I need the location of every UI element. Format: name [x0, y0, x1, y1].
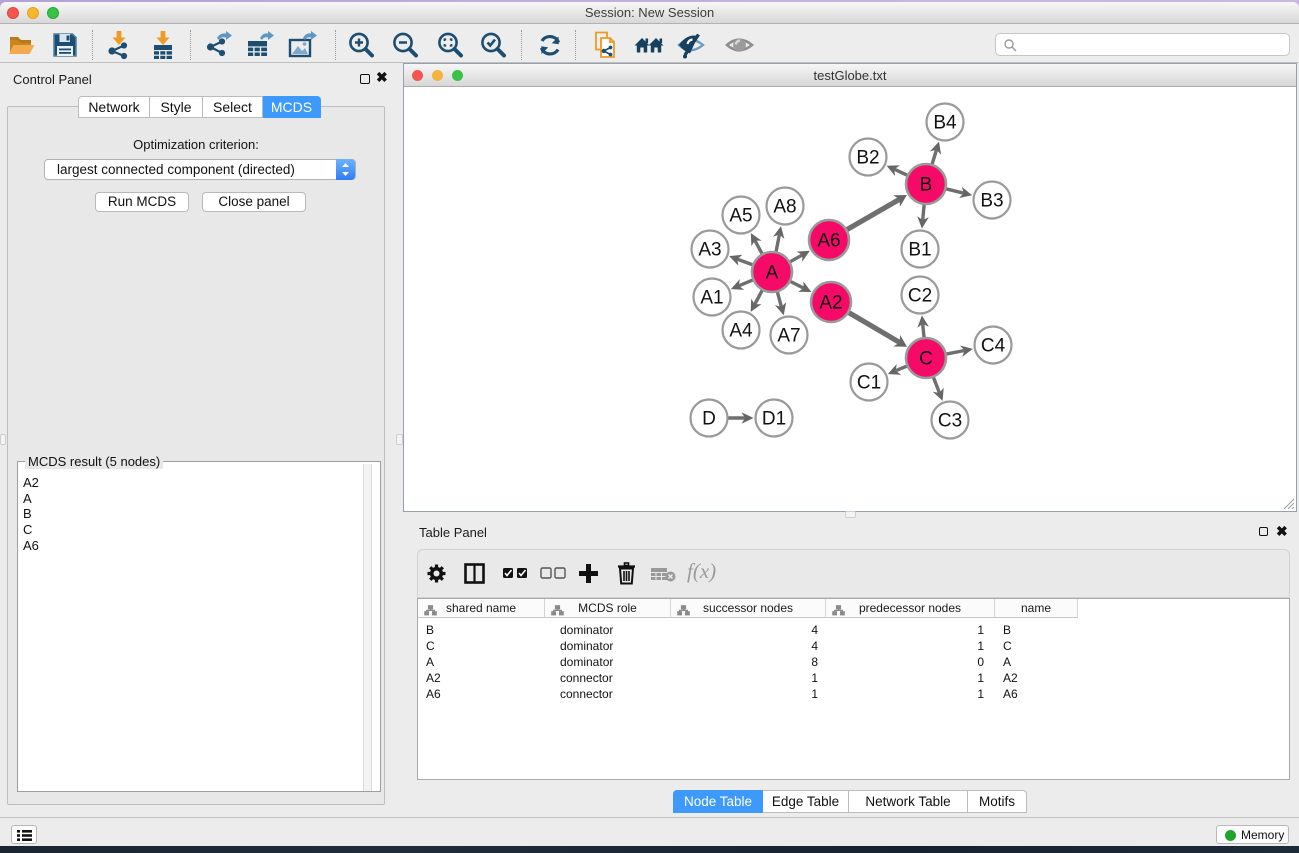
svg-text:B3: B3	[980, 191, 1003, 212]
svg-text:A6: A6	[817, 231, 840, 252]
svg-text:C4: C4	[981, 336, 1006, 357]
svg-text:A5: A5	[729, 206, 752, 227]
svg-text:A1: A1	[700, 288, 723, 309]
svg-text:A: A	[766, 263, 779, 284]
svg-text:B2: B2	[856, 148, 879, 169]
svg-text:A7: A7	[777, 326, 800, 347]
svg-text:C3: C3	[938, 411, 962, 432]
svg-text:A2: A2	[819, 293, 842, 314]
svg-text:D1: D1	[762, 409, 786, 430]
svg-text:C: C	[919, 349, 933, 370]
svg-text:A3: A3	[698, 240, 721, 261]
svg-text:B: B	[920, 175, 933, 196]
svg-text:C2: C2	[908, 286, 932, 307]
svg-text:D: D	[702, 409, 716, 430]
svg-text:A8: A8	[773, 197, 796, 218]
svg-text:B4: B4	[933, 113, 957, 134]
svg-text:B1: B1	[908, 240, 931, 261]
svg-text:C1: C1	[857, 373, 881, 394]
svg-text:A4: A4	[729, 321, 753, 342]
